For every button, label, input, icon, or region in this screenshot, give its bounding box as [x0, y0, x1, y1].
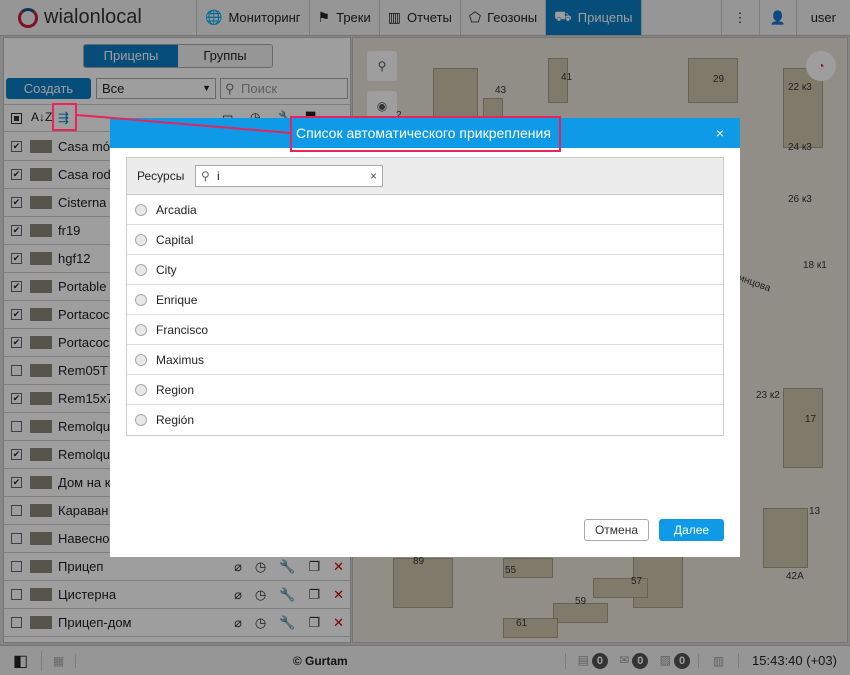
annotation-overlay	[76, 114, 292, 134]
auto-attach-highlight	[52, 103, 77, 131]
title-highlight	[290, 116, 561, 152]
annotation-line	[76, 114, 292, 134]
